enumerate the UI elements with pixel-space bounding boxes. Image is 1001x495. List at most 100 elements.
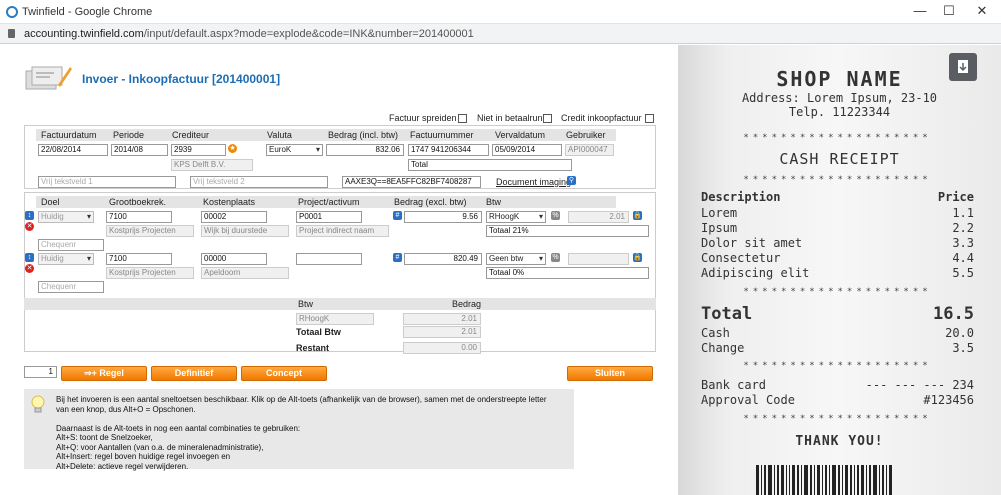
calculator-icon[interactable]: # [393,211,402,220]
vat-select[interactable]: Geen btw [486,253,546,265]
goal-select[interactable]: Huidig [38,253,94,265]
cheque-number-input[interactable]: Chequenr [38,281,104,293]
costcenter-input[interactable]: 00000 [201,253,267,265]
col-user: Gebruiker [566,130,606,140]
search-icon[interactable]: ⚲ [567,176,576,185]
divider: ******************** [743,175,932,185]
help-line: van een knop, dus Alt+O = Opschonen. [56,404,196,414]
receipt-heading: CASH RECEIPT [779,150,900,168]
project-input[interactable]: P0001 [296,211,362,223]
rest-field: 0.00 [403,342,481,354]
receipt-item: Ipsum 2.2 [701,221,974,235]
edit-line-icon[interactable]: ↕ [25,253,34,262]
vat-summary-header: Btw Bedrag [24,298,656,310]
receipt-image: SHOP NAME Address: Lorem Ipsum, 23-10 Te… [678,45,1001,495]
divider: ******************** [743,133,932,143]
invoice-number-input[interactable]: 1747 941206344 [408,144,489,156]
col-amount-incl: Bedrag (incl. btw) [328,130,399,140]
period-input[interactable]: 2014/08 [111,144,168,156]
address-bar[interactable]: accounting.twinfield.com/input/default.a… [0,24,1001,44]
close-icon[interactable]: ✕ [975,4,989,18]
costcenter-name-field: Apeldoorn [201,267,289,279]
barcode [756,465,926,495]
thank-you-text: THANK YOU! [795,434,884,449]
edit-line-icon[interactable]: ↕ [25,211,34,220]
final-button[interactable]: Definitief [151,366,237,381]
help-text: Bij het invoeren is een aantal sneltoets… [56,395,566,471]
header-columns: Factuurdatum Periode Crediteur Valuta Be… [36,129,616,141]
invoice-date-input[interactable]: 22/08/2014 [38,144,108,156]
divider: ******************** [743,414,932,424]
line-columns: Doel Grootboekrek. Kostenplaats Project/… [36,196,616,208]
delete-line-icon[interactable]: ✕ [25,264,34,273]
col-invoice-number: Factuurnummer [410,130,474,140]
delete-line-icon[interactable]: ✕ [25,222,34,231]
line-count-input[interactable]: 1 [24,366,57,378]
costcenter-input[interactable]: 00002 [201,211,267,223]
ledger-input[interactable]: 7100 [106,253,172,265]
col-currency: Valuta [267,130,292,140]
creditor-input[interactable]: 2939 [171,144,226,156]
receipt-panel: SHOP NAME Address: Lorem Ipsum, 23-10 Te… [678,45,1001,495]
maximize-icon[interactable]: ☐ [942,4,956,18]
vat-select[interactable]: RHoogK [486,211,546,223]
lightbulb-icon [31,395,45,413]
receipt-item: Consectetur 4.4 [701,251,974,265]
total-field[interactable]: Total [408,159,572,171]
vat-amount-field: 2.01 [568,211,629,223]
percent-icon[interactable]: % [551,253,560,262]
amount-incl-input[interactable]: 832.06 [326,144,404,156]
percent-icon[interactable]: % [551,211,560,220]
vat-code-amount-field: 2.01 [403,313,481,325]
help-line: Alt+S: toont de Snelzoeker, [56,433,153,442]
user-field: API000047 [565,144,614,156]
concept-button[interactable]: Concept [241,366,327,381]
lock-icon[interactable]: 🔒 [633,211,642,220]
receipt-total: Total 16.5 [701,304,974,324]
shop-name: SHOP NAME [776,67,903,91]
cheque-number-input[interactable]: Chequenr [38,239,104,251]
ledger-input[interactable]: 7100 [106,211,172,223]
credit-invoice-checkbox[interactable] [645,114,654,123]
spread-invoice-checkbox[interactable] [458,114,467,123]
col-due-date: Vervaldatum [495,130,546,140]
currency-select[interactable]: EuroK [266,144,323,156]
vat-col-label: Btw [298,299,314,309]
close-form-button[interactable]: Sluiten [567,366,653,381]
calculator-icon[interactable]: # [393,253,402,262]
creditor-star-icon[interactable]: ★ [228,144,237,153]
receipt-item: Adipiscing elit 5.5 [701,266,974,280]
add-line-button[interactable]: ⇒+ Regel [61,366,147,381]
due-date-input[interactable]: 05/09/2014 [492,144,562,156]
help-line: Alt+Q: voor Aantallen (van o.a. de miner… [56,442,264,452]
ledger-name-field: Kostprijs Projecten [106,267,194,279]
not-in-payrun-label: Niet in betaalrun [477,113,543,123]
document-imaging-link[interactable]: Document imaging [496,177,571,187]
col-amount-excl: Bedrag (excl. btw) [394,197,467,207]
receipt-item: Dolor sit amet 3.3 [701,236,974,250]
col-creditor: Crediteur [172,130,210,140]
col-goal: Doel [41,197,60,207]
goal-select[interactable]: Huidig [38,211,94,223]
credit-invoice-label: Credit inkoopfactuur [561,113,642,123]
divider: ******************** [743,361,932,371]
lock-icon[interactable]: 🔒 [633,253,642,262]
col-project: Project/activum [298,197,360,207]
project-input[interactable] [296,253,362,265]
minimize-icon[interactable]: — [913,4,927,18]
free-text-2-input[interactable]: Vrij tekstveld 2 [190,176,328,188]
costcenter-name-field: Wijk bij duurstede [201,225,289,237]
not-in-payrun-checkbox[interactable] [543,114,552,123]
free-text-1-input[interactable]: Vrij tekstveld 1 [38,176,176,188]
browser-titlebar: Twinfield - Google Chrome — ☐ ✕ [0,0,1001,24]
amount-excl-input[interactable]: 9.56 [404,211,482,223]
help-line: Alt+Delete: actieve regel verwijderen. [56,461,189,471]
vat-amount-field [568,253,629,265]
document-code-input[interactable]: AAXE3Q==8EA5FFC82BF7408287 [342,176,481,188]
vat-total-label: Totaal Btw [296,327,341,337]
vat-description-field: Totaal 0% [486,267,649,279]
amount-excl-input[interactable]: 820.49 [404,253,482,265]
help-line: Alt+Insert: regel boven huidige regel in… [56,452,231,461]
help-panel: Bij het invoeren is een aantal sneltoets… [24,389,574,471]
url-text[interactable]: accounting.twinfield.com/input/default.a… [24,28,474,40]
